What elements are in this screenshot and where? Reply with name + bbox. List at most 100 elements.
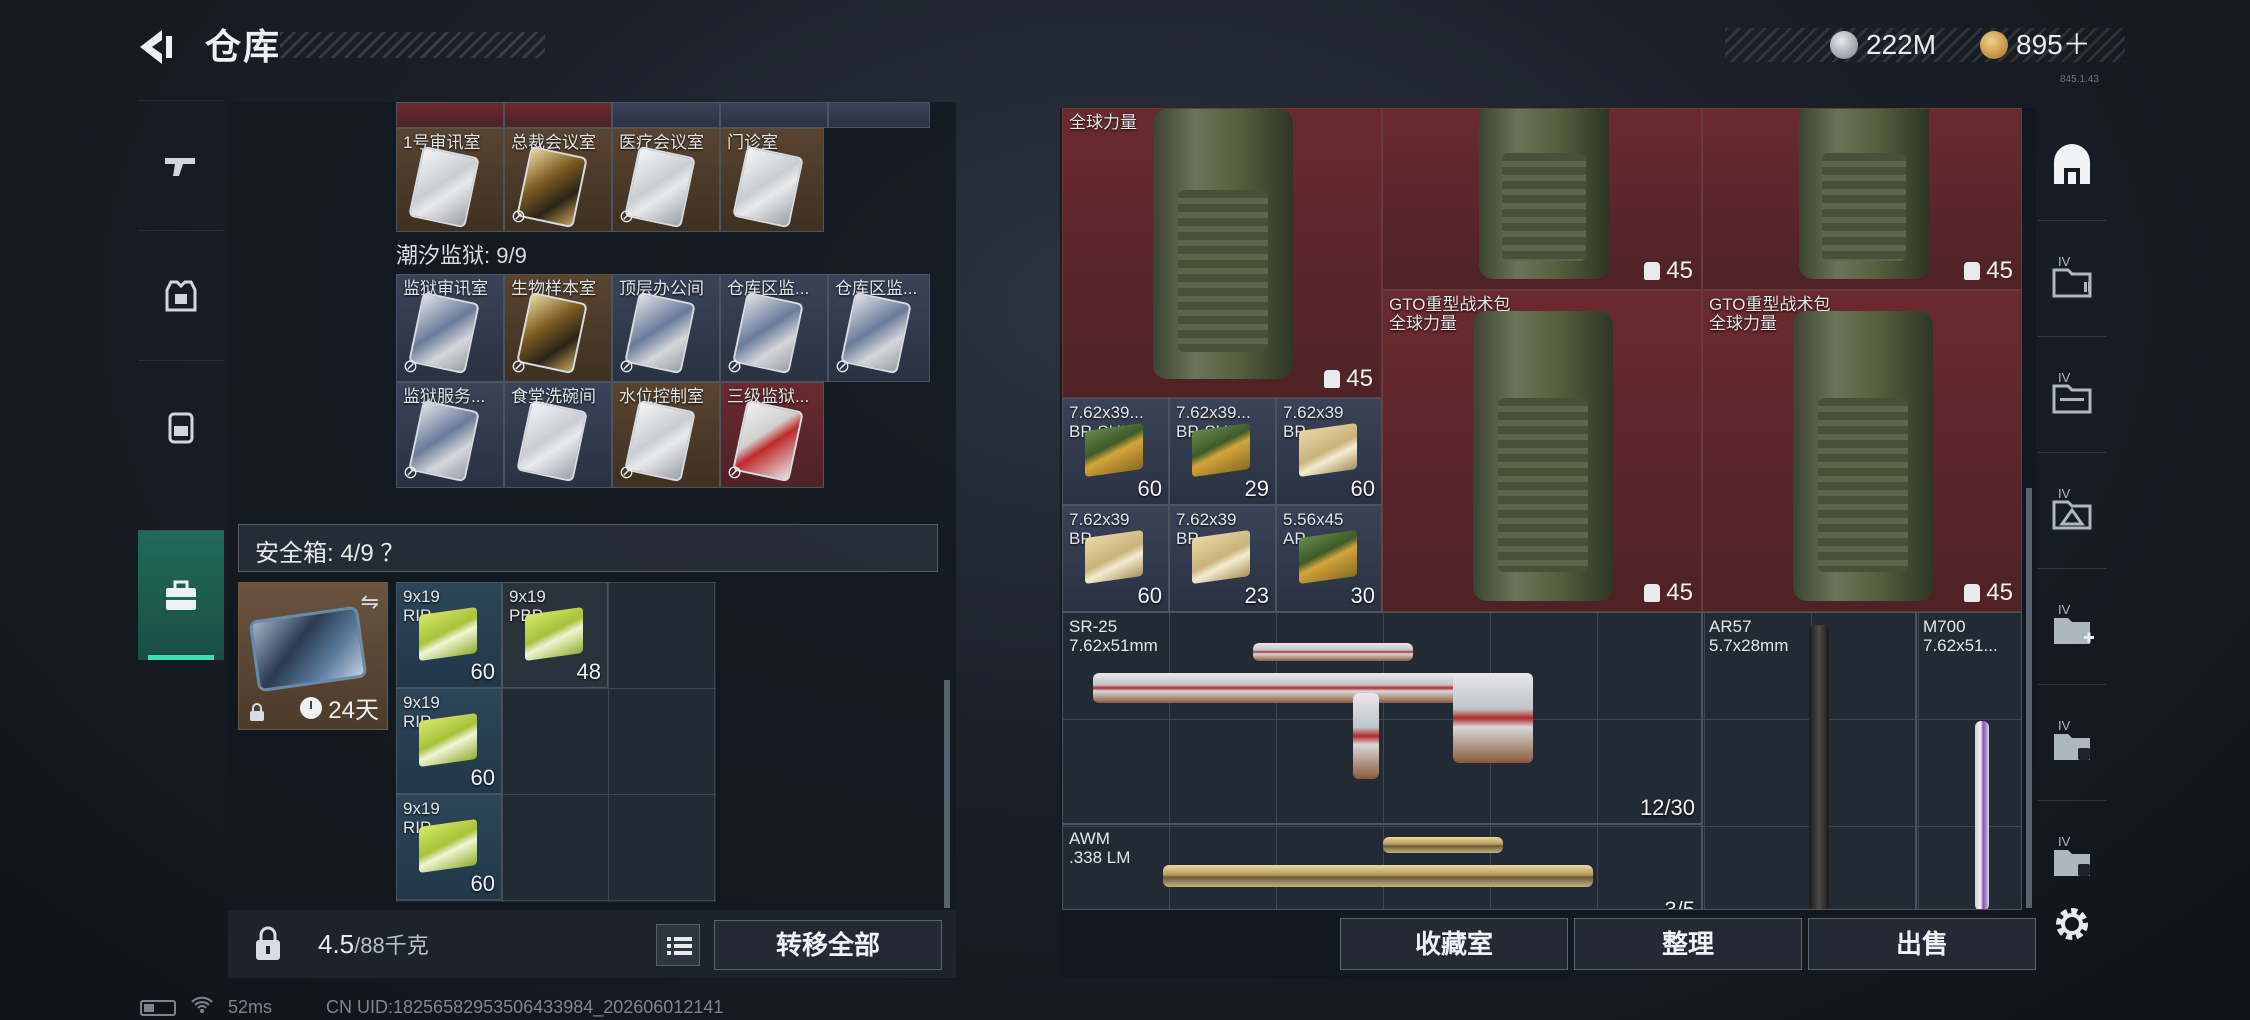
ammo-tile[interactable]: 9x19 RIP 60 (396, 688, 502, 794)
ammo-tile[interactable]: 9x19 RIP 60 (396, 582, 502, 688)
keycard-label: 食堂洗碗间 (511, 387, 596, 406)
weapon-magazine-image (1353, 693, 1379, 779)
folder-triangle-icon (2052, 500, 2092, 530)
inventory-scrollbar[interactable] (944, 680, 950, 908)
user-uid: CN UID:18256582953506433984_202606012141 (326, 997, 724, 1017)
nav-item-backpack[interactable] (138, 360, 224, 490)
storage-folder-5[interactable]: IV (2048, 718, 2096, 768)
storage-scrollbar[interactable] (2026, 488, 2032, 908)
storage-tool-column: IV IV IV IV IV IV (2034, 124, 2110, 914)
list-view-button[interactable] (656, 924, 700, 966)
nav-item-weapons[interactable] (138, 100, 224, 230)
storage-folder-add[interactable]: IV (2048, 602, 2096, 652)
keycard-tile[interactable]: 仓库区监... ⊘ (720, 274, 828, 382)
nav-item-armor[interactable] (138, 230, 224, 360)
ammo-tile[interactable]: 7.62x39 BP 23 (1169, 505, 1276, 612)
backpack-tile[interactable]: 全球力量 45 (1062, 108, 1382, 398)
backpack-weight: 45 (1964, 257, 2013, 285)
keycard-tile-partial[interactable] (504, 102, 612, 128)
ammo-tile[interactable]: 5.56x45 AP 30 (1276, 505, 1382, 612)
ammo-box-image (419, 818, 477, 874)
backpack-tile[interactable]: GTO重型战术包 全球力量 45 (1382, 290, 1702, 612)
pistol-icon (165, 157, 195, 176)
clock-icon (300, 696, 323, 719)
ammo-box-image (1085, 529, 1143, 585)
ammo-tile[interactable]: 9x19 PBP 48 (502, 582, 608, 688)
ammo-tile[interactable]: 7.62x39 BP 60 (1276, 398, 1382, 505)
folder-bag-icon (2054, 734, 2090, 760)
safe-box-header[interactable]: 安全箱: 4/9 ？ (238, 524, 938, 572)
keycard-tile[interactable]: 总裁会议室 ⊘ (504, 128, 612, 232)
backpack-weight: 45 (1644, 257, 1693, 285)
weight-bag-icon (1644, 584, 1661, 602)
ammo-tile[interactable]: 7.62x39... BP-SUB 29 (1169, 398, 1276, 505)
weight-value: 4.5 (318, 929, 355, 959)
weapon-label: AR57 5.7x28mm (1709, 617, 1789, 655)
no-link-icon: ⊘ (727, 356, 743, 376)
weight-bag-icon (1964, 584, 1981, 602)
armor-vest-icon (165, 280, 197, 311)
weapon-image (1809, 625, 1829, 909)
storage-folder-1[interactable]: IV (2048, 254, 2096, 304)
keycard-tile[interactable]: 顶层办公间 ⊘ (612, 274, 720, 382)
gold-coin-icon (1980, 31, 2008, 59)
weapon-tile[interactable]: M700 7.62x51... (1916, 612, 2022, 910)
lock-icon[interactable] (248, 924, 288, 964)
swap-icon[interactable]: ⇋ (361, 589, 379, 615)
sell-button[interactable]: 出售 (1808, 918, 2036, 970)
weight-bag-icon (1324, 370, 1341, 388)
section-title-prison: 潮汐监狱: 9/9 (396, 243, 527, 268)
keycard-tile[interactable]: 1号审讯室 (396, 128, 504, 232)
ammo-tile[interactable]: 7.62x39... BP-SUB 60 (1062, 398, 1169, 505)
nav-item-safebox[interactable] (138, 530, 224, 660)
keycard-tile[interactable]: 水位控制室 ⊘ (612, 382, 720, 488)
backpack-tile[interactable]: 45 (1382, 108, 1702, 290)
keycard-tile-partial[interactable] (612, 102, 720, 128)
keycard-tile[interactable]: 仓库区监... ⊘ (828, 274, 930, 382)
keycard-tile-partial[interactable] (828, 102, 930, 128)
ammo-tile[interactable]: 9x19 RIP 60 (396, 794, 502, 900)
keycard-tile[interactable]: 三级监狱... ⊘ (720, 382, 824, 488)
weapon-label: AWM .338 LM (1069, 829, 1131, 867)
currency-gold[interactable]: 895＋ (1980, 28, 2091, 62)
keycard-tile[interactable]: 生物样本室 ⊘ (504, 274, 612, 382)
weapon-tile[interactable]: AWM .338 LM 3/5 (1062, 824, 1702, 910)
keycard-tile[interactable]: 医疗会议室 ⊘ (612, 128, 720, 232)
transfer-all-button[interactable]: 转移全部 (714, 920, 942, 970)
collection-room-button[interactable]: 收藏室 (1340, 918, 1568, 970)
keycard-tile[interactable]: 监狱服务... ⊘ (396, 382, 504, 488)
ammo-tile[interactable]: 7.62x39 BP 60 (1062, 505, 1169, 612)
storage-home-button[interactable] (2048, 142, 2096, 190)
backpack-icon (168, 412, 194, 443)
backpack-tile[interactable]: GTO重型战术包 全球力量 45 (1702, 290, 2022, 612)
keycard-tile[interactable]: 监狱审讯室 ⊘ (396, 274, 504, 382)
keycard-label: 医疗会议室 (619, 133, 704, 152)
currency-silver[interactable]: 222M (1830, 28, 1936, 62)
safe-case-tile[interactable]: ⇋ 24天 (238, 582, 388, 730)
weapon-image (1975, 721, 1989, 909)
scope-image (1383, 837, 1503, 853)
back-button[interactable] (132, 22, 182, 72)
backpack-weight: 45 (1324, 365, 1373, 393)
ammo-box-image (1299, 422, 1357, 478)
keycard-label: 生物样本室 (511, 279, 596, 298)
wifi-icon (190, 996, 214, 1019)
settings-button[interactable] (2048, 900, 2096, 948)
storage-folder-3[interactable]: IV (2048, 486, 2096, 536)
ammo-count: 60 (1137, 476, 1162, 501)
safe-case-timer-text: 24天 (328, 697, 379, 724)
weapon-tile[interactable]: AR57 5.7x28mm (1702, 612, 1916, 910)
category-nav (138, 100, 224, 670)
storage-folder-6[interactable]: IV (2048, 834, 2096, 884)
organize-button[interactable]: 整理 (1574, 918, 1802, 970)
keycard-tile-partial[interactable] (720, 102, 828, 128)
keycard-tile-partial[interactable] (396, 102, 504, 128)
backpack-tile[interactable]: 45 (1702, 108, 2022, 290)
storage-folder-2[interactable]: IV (2048, 370, 2096, 420)
weapon-label: M700 7.62x51... (1923, 617, 1998, 655)
keycard-tile[interactable]: 食堂洗碗间 (504, 382, 612, 488)
safe-case-timer: 24天 (300, 690, 379, 725)
keycard-tile[interactable]: 门诊室 (720, 128, 824, 232)
backpack-weight: 45 (1644, 579, 1693, 607)
weapon-tile[interactable]: SR-25 7.62x51mm 12/30 (1062, 612, 1702, 824)
